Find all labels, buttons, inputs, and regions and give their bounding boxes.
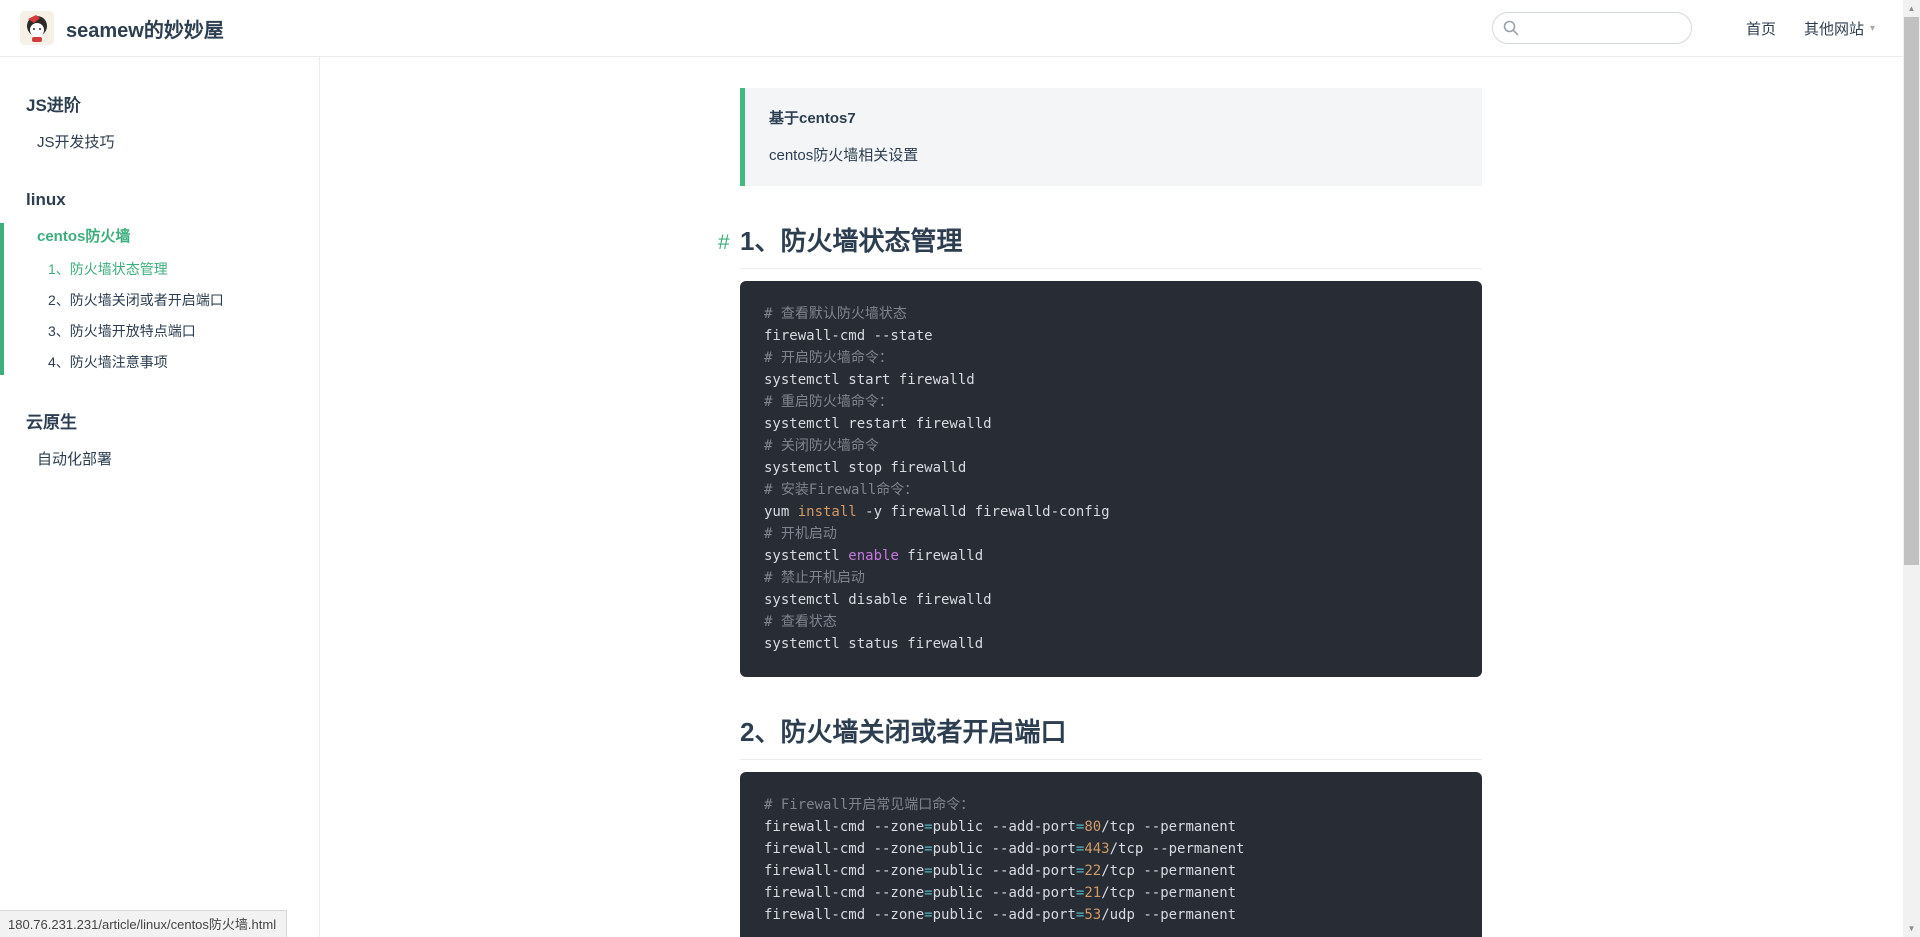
- code-line: # 安装Firewall命令：: [764, 479, 1458, 501]
- page-scrollbar[interactable]: ▲ ▼: [1903, 0, 1920, 937]
- code-content: # 查看默认防火墙状态firewall-cmd --state# 开启防火墙命令…: [764, 303, 1458, 655]
- scrollbar-thumb[interactable]: [1904, 17, 1919, 565]
- status-bar-url: 180.76.231.231/article/linux/centos防火墙.h…: [0, 910, 287, 937]
- sections: # 1、防火墙状态管理 # 查看默认防火墙状态firewall-cmd --st…: [740, 224, 1482, 937]
- search-box: [1492, 12, 1692, 44]
- sidebar-item-row: JS开发技巧: [0, 126, 319, 160]
- code-line: yum install -y firewalld firewalld-confi…: [764, 501, 1458, 523]
- nav-link-home-label: 首页: [1746, 18, 1776, 39]
- code-line: firewall-cmd --zone=public --add-port=21…: [764, 882, 1458, 904]
- code-line: # 禁止开机启动: [764, 567, 1458, 589]
- sidebar-subitem[interactable]: 4、防火墙注意事项: [0, 347, 319, 378]
- sidebar-group: linux centos防火墙 1、防火墙状态管理 2、防火墙关闭或者开启端口 …: [0, 190, 319, 378]
- code-line: systemctl stop firewalld: [764, 457, 1458, 479]
- code-line: firewall-cmd --zone=public --add-port=22…: [764, 860, 1458, 882]
- sidebar-subitem-row: 2、防火墙关闭或者开启端口: [0, 284, 319, 315]
- sidebar-subitem-list: 1、防火墙状态管理 2、防火墙关闭或者开启端口 3、防火墙开放特点端口 4、防火…: [0, 253, 319, 378]
- sidebar-subitem[interactable]: 2、防火墙关闭或者开启端口: [0, 284, 319, 315]
- tip-body: centos防火墙相关设置: [769, 145, 1458, 166]
- nav-link-other-sites[interactable]: 其他网站 ▾: [1804, 18, 1875, 39]
- sidebar-item[interactable]: 自动化部署: [0, 443, 319, 477]
- search-input[interactable]: [1492, 12, 1692, 44]
- sidebar-group-heading: 云原生: [0, 408, 319, 443]
- sidebar-item-list: 自动化部署: [0, 443, 319, 477]
- sidebar-item-list: centos防火墙 1、防火墙状态管理 2、防火墙关闭或者开启端口 3、防火墙开…: [0, 220, 319, 378]
- code-block: # 查看默认防火墙状态firewall-cmd --state# 开启防火墙命令…: [740, 281, 1482, 677]
- sidebar-item-row: centos防火墙 1、防火墙状态管理 2、防火墙关闭或者开启端口 3、防火墙开…: [0, 220, 319, 378]
- sidebar-item[interactable]: centos防火墙: [0, 220, 319, 254]
- section-heading: # 1、防火墙状态管理: [740, 224, 1482, 269]
- tip-title: 基于centos7: [769, 108, 1458, 129]
- code-line: firewall-cmd --zone=public --add-port=53…: [764, 904, 1458, 926]
- sidebar-group-heading: JS进阶: [0, 91, 319, 126]
- sidebar-subitem[interactable]: 3、防火墙开放特点端口: [0, 315, 319, 346]
- doc-section: # 1、防火墙状态管理 # 查看默认防火墙状态firewall-cmd --st…: [740, 224, 1482, 677]
- code-line: # 查看状态: [764, 611, 1458, 633]
- section-heading-text: 1、防火墙状态管理: [740, 226, 962, 256]
- sidebar-item-list: JS开发技巧: [0, 126, 319, 160]
- doc-section: # 2、防火墙关闭或者开启端口 # Firewall开启常见端口命令：firew…: [740, 715, 1482, 937]
- sidebar-item[interactable]: JS开发技巧: [0, 126, 319, 160]
- main-content: 基于centos7 centos防火墙相关设置 # 1、防火墙状态管理 # 查看…: [740, 57, 1482, 937]
- code-line: systemctl status firewalld: [764, 633, 1458, 655]
- code-block: # Firewall开启常见端口命令：firewall-cmd --zone=p…: [740, 772, 1482, 937]
- code-line: systemctl start firewalld: [764, 369, 1458, 391]
- sidebar-subitem-row: 4、防火墙注意事项: [0, 347, 319, 378]
- navbar: seamew的妙妙屋 首页 其他网站 ▾: [0, 0, 1903, 57]
- code-line: firewall-cmd --zone=public --add-port=44…: [764, 838, 1458, 860]
- code-content: # Firewall开启常见端口命令：firewall-cmd --zone=p…: [764, 794, 1458, 926]
- chevron-down-icon: ▾: [1870, 23, 1875, 34]
- sidebar-subitem[interactable]: 1、防火墙状态管理: [0, 253, 319, 284]
- sidebar-group-heading: linux: [0, 190, 319, 220]
- sidebar-subitem-row: 1、防火墙状态管理: [0, 253, 319, 284]
- code-line: # 开机启动: [764, 523, 1458, 545]
- code-line: firewall-cmd --state: [764, 325, 1458, 347]
- site-title[interactable]: seamew的妙妙屋: [66, 14, 224, 43]
- scroll-up-icon[interactable]: ▲: [1903, 0, 1920, 17]
- section-heading: # 2、防火墙关闭或者开启端口: [740, 715, 1482, 760]
- code-line: systemctl enable firewalld: [764, 545, 1458, 567]
- code-line: # Firewall开启常见端口命令：: [764, 794, 1458, 816]
- code-line: systemctl restart firewalld: [764, 413, 1458, 435]
- scroll-down-icon[interactable]: ▼: [1903, 920, 1920, 937]
- sidebar-group: 云原生 自动化部署: [0, 408, 319, 477]
- code-line: # 查看默认防火墙状态: [764, 303, 1458, 325]
- nav-link-other-sites-label: 其他网站: [1804, 18, 1864, 39]
- sidebar-group: JS进阶 JS开发技巧: [0, 91, 319, 160]
- code-line: firewall-cmd --zone=public --add-port=80…: [764, 816, 1458, 838]
- code-line: # 重启防火墙命令：: [764, 391, 1458, 413]
- sidebar-subitem-row: 3、防火墙开放特点端口: [0, 315, 319, 346]
- navbar-links: 首页 其他网站 ▾: [1718, 18, 1875, 39]
- sidebar-item-row: 自动化部署: [0, 443, 319, 477]
- search-icon: [1503, 20, 1519, 36]
- tip-block: 基于centos7 centos防火墙相关设置: [740, 88, 1482, 186]
- code-line: # 开启防火墙命令：: [764, 347, 1458, 369]
- nav-link-home[interactable]: 首页: [1746, 18, 1776, 39]
- heading-anchor-link[interactable]: #: [718, 226, 730, 260]
- section-heading-text: 2、防火墙关闭或者开启端口: [740, 717, 1066, 747]
- site-logo[interactable]: [20, 11, 54, 45]
- code-line: # 关闭防火墙命令: [764, 435, 1458, 457]
- sidebar: JS进阶 JS开发技巧 linux centos防火墙 1、防火墙状态管理 2、…: [0, 57, 320, 937]
- code-line: systemctl disable firewalld: [764, 589, 1458, 611]
